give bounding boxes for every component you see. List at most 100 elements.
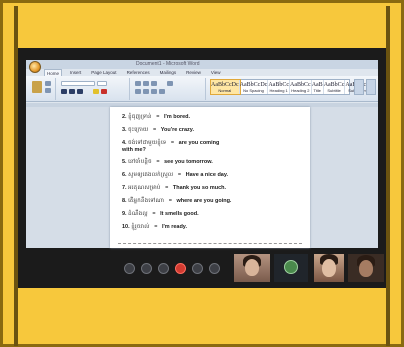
- khmer-text: ខ្ញុំធុញទ្រាន់: [128, 114, 152, 120]
- multilevel-list-icon[interactable]: [151, 81, 157, 86]
- tab-home[interactable]: Home: [44, 69, 63, 76]
- font-size-select[interactable]: [97, 81, 107, 86]
- equals-sign: =: [154, 224, 158, 230]
- list-item: 7. អរគុណសម្រាប់ = Thank you so much.: [122, 184, 226, 192]
- english-text: I'm ready.: [161, 224, 187, 230]
- cut-icon[interactable]: [45, 81, 51, 86]
- frame-bottom-strip: [18, 288, 386, 294]
- english-text: Have a nice day.: [185, 172, 229, 178]
- tab-references[interactable]: References: [125, 69, 152, 76]
- avatar: [284, 260, 298, 274]
- editing-button[interactable]: [366, 79, 376, 95]
- line-number: 8.: [122, 198, 127, 204]
- equals-sign: =: [153, 127, 157, 133]
- participant-face: [245, 259, 259, 276]
- participant-video[interactable]: [348, 254, 384, 282]
- style-no-spacing[interactable]: AaBbCcDc No Spacing: [240, 80, 269, 94]
- styles-gallery: AaBbCcDc Normal AaBbCcDc No Spacing AaBb…: [210, 79, 375, 95]
- khmer-text: នៅចាំបន្តិច: [128, 159, 152, 165]
- tab-page-layout[interactable]: Page Layout: [89, 69, 118, 76]
- participant-video[interactable]: [234, 254, 270, 282]
- english-text: I'm bored.: [164, 114, 191, 120]
- numbering-icon[interactable]: [143, 81, 149, 86]
- mic-icon[interactable]: [124, 263, 135, 274]
- line-number: 3.: [122, 127, 127, 133]
- line-number: 6.: [122, 172, 127, 178]
- equals-sign: =: [165, 185, 169, 191]
- align-left-icon[interactable]: [135, 89, 141, 94]
- indent-icon[interactable]: [167, 81, 173, 86]
- font-group: [58, 78, 130, 100]
- style-label: Heading 2: [291, 87, 310, 93]
- window-title: Document1 - Microsoft Word: [136, 61, 200, 67]
- style-label: Normal: [218, 87, 232, 93]
- ribbon-tabs: Home Insert Page Layout References Maili…: [44, 69, 223, 76]
- english-text: You're crazy.: [160, 127, 194, 133]
- english-text: Thank you so much.: [172, 185, 227, 191]
- paste-icon[interactable]: [32, 81, 42, 93]
- more-icon[interactable]: [209, 263, 220, 274]
- continuation-text: with me?: [122, 147, 146, 153]
- list-item: 3. ចុះក្រោយ = You're crazy.: [122, 126, 194, 134]
- style-label: No Spacing: [243, 87, 264, 93]
- copy-icon[interactable]: [45, 88, 51, 93]
- clipboard-group: [28, 78, 56, 100]
- justify-icon[interactable]: [159, 89, 165, 94]
- font-color-icon[interactable]: [101, 89, 107, 94]
- equals-sign: =: [156, 114, 160, 120]
- khmer-text: ចុះក្រោយ: [128, 127, 149, 133]
- font-name-select[interactable]: [61, 81, 95, 86]
- participant-face: [322, 259, 336, 277]
- office-button-icon[interactable]: [29, 61, 41, 73]
- english-text: where are you going.: [176, 198, 232, 204]
- share-icon[interactable]: [158, 263, 169, 274]
- chat-icon[interactable]: [192, 263, 203, 274]
- list-item: 5. នៅចាំបន្តិច = see you tomorrow.: [122, 158, 213, 166]
- bold-icon[interactable]: [61, 89, 67, 94]
- style-title[interactable]: AaB Title: [312, 80, 324, 94]
- end-call-icon[interactable]: [175, 263, 186, 274]
- participant-avatar-tile[interactable]: [274, 254, 308, 282]
- english-text: are you coming: [178, 140, 220, 146]
- tab-insert[interactable]: Insert: [68, 69, 83, 76]
- khmer-text: សូមឲ្យគេងលក់ស្រួល: [128, 172, 174, 178]
- equals-sign: =: [170, 140, 175, 146]
- document-page[interactable]: 2. ខ្ញុំធុញទ្រាន់ = I'm bored. 3. ចុះក្រ…: [110, 107, 310, 248]
- equals-sign: =: [152, 211, 156, 217]
- english-text: see you tomorrow.: [164, 159, 213, 165]
- list-item: 10. ខ្ញុំរួចរាល់ = I'm ready.: [122, 223, 187, 231]
- meeting-controls: [124, 263, 220, 274]
- video-icon[interactable]: [141, 263, 152, 274]
- style-heading-1[interactable]: AaBbCc Heading 1: [268, 80, 291, 94]
- participant-video[interactable]: [314, 254, 344, 282]
- highlight-icon[interactable]: [93, 89, 99, 94]
- line-number: 9.: [122, 211, 127, 217]
- bullets-icon[interactable]: [135, 81, 141, 86]
- list-item: 2. ខ្ញុំធុញទ្រាន់ = I'm bored.: [122, 113, 190, 121]
- align-right-icon[interactable]: [151, 89, 157, 94]
- equals-sign: =: [177, 172, 182, 178]
- khmer-text: ខ្ញុំរួចរាល់: [131, 224, 150, 230]
- line-number: 5.: [122, 159, 127, 165]
- ribbon: AaBbCcDc Normal AaBbCcDc No Spacing AaBb…: [26, 76, 378, 102]
- english-text: It smells good.: [160, 211, 199, 217]
- style-subtitle[interactable]: AaBbCc Subtitle: [324, 80, 346, 94]
- list-item: 8. តើអ្នកនឹងទៅណា = where are you going.: [122, 197, 231, 205]
- align-center-icon[interactable]: [143, 89, 149, 94]
- line-number: 2.: [122, 114, 127, 120]
- line-number: 7.: [122, 185, 127, 191]
- list-item: 6. សូមឲ្យគេងលក់ស្រួល = Have a nice day.: [122, 171, 228, 179]
- document-area: 2. ខ្ញុំធុញទ្រាន់ = I'm bored. 3. ចុះក្រ…: [26, 107, 378, 248]
- style-normal[interactable]: AaBbCcDc Normal: [210, 79, 241, 95]
- tab-review[interactable]: Review: [184, 69, 203, 76]
- participant-face: [359, 260, 373, 277]
- tab-view[interactable]: View: [209, 69, 223, 76]
- equals-sign: =: [168, 198, 172, 204]
- style-label: Heading 1: [269, 87, 288, 93]
- style-heading-2[interactable]: AaBbCc Heading 2: [290, 80, 312, 94]
- change-styles-button[interactable]: [354, 79, 364, 95]
- khmer-text: ដំណឹងល្អ: [128, 211, 148, 217]
- tab-mailings[interactable]: Mailings: [158, 69, 179, 76]
- underline-icon[interactable]: [77, 89, 83, 94]
- italic-icon[interactable]: [69, 89, 75, 94]
